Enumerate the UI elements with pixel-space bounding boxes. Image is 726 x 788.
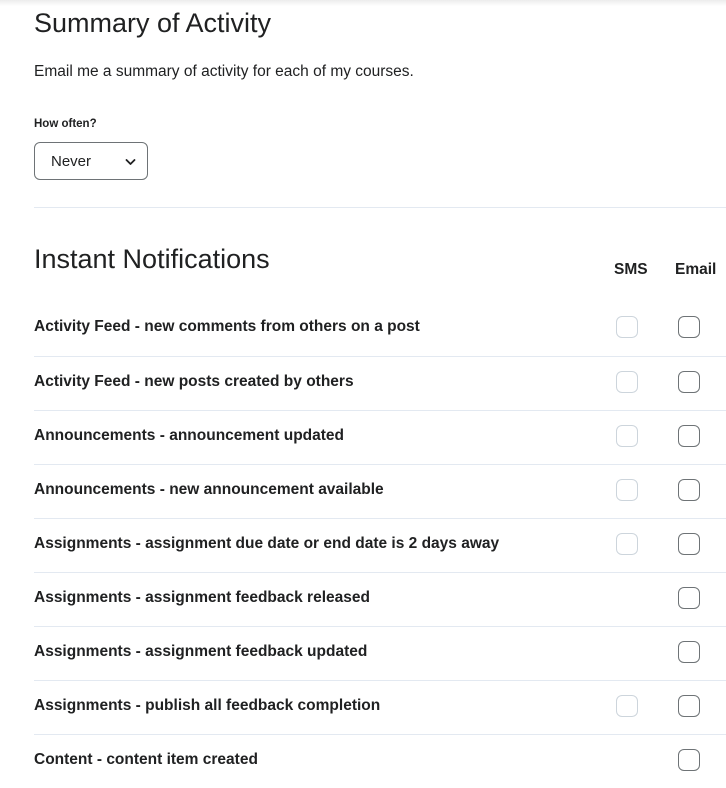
notification-row: Announcements - new announcement availab… [34, 464, 726, 518]
email-checkbox[interactable] [678, 749, 700, 771]
email-checkbox[interactable] [678, 316, 700, 338]
instant-notifications-title: Instant Notifications [34, 244, 270, 274]
notification-label: Assignments - publish all feedback compl… [34, 697, 381, 714]
email-checkbox[interactable] [678, 695, 700, 717]
sms-column-header: SMS [614, 261, 648, 278]
frequency-label: How often? [34, 118, 97, 130]
notification-label: Content - content item created [34, 751, 258, 768]
email-column-header: Email [675, 261, 717, 278]
notification-label: Activity Feed - new posts created by oth… [34, 373, 354, 390]
notification-label: Announcements - new announcement availab… [34, 481, 384, 498]
email-checkbox[interactable] [678, 425, 700, 447]
top-edge-shadow [0, 0, 726, 6]
notification-list: Activity Feed - new comments from others… [34, 302, 726, 788]
email-checkbox[interactable] [678, 533, 700, 555]
notification-label: Assignments - assignment feedback update… [34, 643, 368, 660]
sms-checkbox[interactable] [616, 425, 638, 447]
notification-label: Activity Feed - new comments from others… [34, 318, 420, 335]
frequency-select[interactable]: Never [34, 142, 148, 180]
notification-row: Activity Feed - new posts created by oth… [34, 356, 726, 410]
sms-checkbox[interactable] [616, 533, 638, 555]
chevron-down-icon [125, 159, 136, 165]
notification-row: Announcements - announcement updated [34, 410, 726, 464]
notification-label: Assignments - assignment due date or end… [34, 535, 500, 552]
email-checkbox[interactable] [678, 587, 700, 609]
notification-row: Activity Feed - new comments from others… [34, 302, 726, 356]
email-checkbox[interactable] [678, 641, 700, 663]
email-checkbox[interactable] [678, 479, 700, 501]
sms-checkbox[interactable] [616, 316, 638, 338]
notification-row: Assignments - publish all feedback compl… [34, 680, 726, 734]
email-checkbox[interactable] [678, 371, 700, 393]
sms-checkbox[interactable] [616, 371, 638, 393]
notification-row: Content - content item created [34, 734, 726, 788]
section-divider [34, 207, 726, 208]
notification-label: Assignments - assignment feedback releas… [34, 589, 370, 606]
sms-checkbox[interactable] [616, 479, 638, 501]
notification-row: Assignments - assignment due date or end… [34, 518, 726, 572]
sms-checkbox[interactable] [616, 695, 638, 717]
notification-row: Assignments - assignment feedback releas… [34, 572, 726, 626]
summary-description: Email me a summary of activity for each … [34, 63, 414, 80]
summary-title: Summary of Activity [34, 8, 272, 38]
notification-label: Announcements - announcement updated [34, 427, 345, 444]
notification-row: Assignments - assignment feedback update… [34, 626, 726, 680]
frequency-select-value: Never [51, 153, 92, 170]
